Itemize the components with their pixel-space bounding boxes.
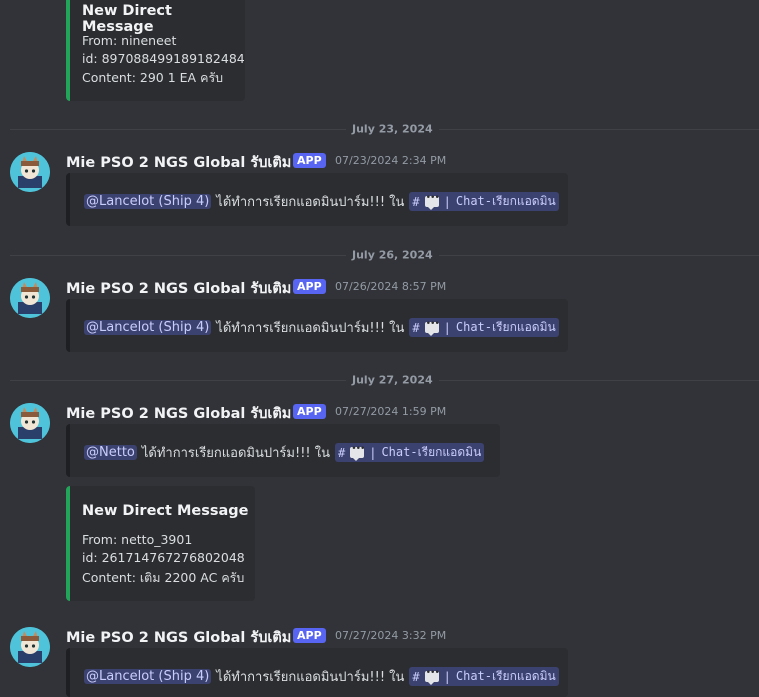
channel-separator: | (443, 194, 451, 209)
notice-text: ได้ทำการเรียกแอดมินปาร์ม!!! ใน (216, 195, 405, 210)
channel-name: Chat-เรียกแอดมิน (455, 194, 556, 208)
avatar[interactable] (10, 278, 50, 318)
author-name[interactable]: Mie PSO 2 NGS Global รับเติม AC (66, 151, 318, 174)
channel-name: Chat-เรียกแอดมิน (455, 320, 556, 334)
channel-name: Chat-เรียกแอดมิน (381, 445, 482, 459)
timestamp: 07/23/2024 2:34 PM (335, 154, 447, 167)
app-badge: APP (293, 404, 326, 419)
channel-separator: | (443, 669, 451, 684)
user-mention[interactable]: @Lancelot (Ship 4) (84, 320, 212, 335)
embed-content: Content: เติม 2200 AC ครับ (82, 570, 245, 585)
notice-line: @Lancelot (Ship 4) ได้ทำการเรียกแอดมินปา… (84, 317, 559, 338)
user-mention[interactable]: @Lancelot (Ship 4) (84, 194, 212, 209)
channel-mention[interactable]: # | Chat-เรียกแอดมิน (409, 192, 559, 211)
date-divider-label: July 23, 2024 (346, 122, 439, 136)
user-mention[interactable]: @Netto (84, 445, 137, 460)
app-badge: APP (293, 279, 326, 294)
notice-text: ได้ทำการเรียกแอดมินปาร์ม!!! ใน (216, 321, 405, 336)
date-divider-label: July 27, 2024 (346, 373, 439, 387)
embed-title: New Direct Message (82, 503, 249, 519)
embed-title: New Direct Message (82, 3, 172, 35)
direct-message-embed: New Direct Message From: netto_3901 id: … (66, 486, 255, 601)
notice-line: @Lancelot (Ship 4) ได้ทำการเรียกแอดมินปา… (84, 191, 559, 212)
hash-icon: # (412, 320, 420, 335)
hash-icon: # (412, 194, 420, 209)
channel-separator: | (443, 320, 451, 335)
app-badge: APP (293, 628, 326, 643)
timestamp: 07/26/2024 8:57 PM (335, 280, 447, 293)
channel-name: Chat-เรียกแอดมิน (455, 669, 556, 683)
embed-id: id: 897088499189182484 (82, 51, 245, 66)
avatar[interactable] (10, 152, 50, 192)
notice-line: @Lancelot (Ship 4) ได้ทำการเรียกแอดมินปา… (84, 666, 559, 687)
author-name[interactable]: Mie PSO 2 NGS Global รับเติม AC (66, 402, 318, 425)
avatar[interactable] (10, 403, 50, 443)
timestamp: 07/27/2024 3:32 PM (335, 629, 447, 642)
notice-embed: @Netto ได้ทำการเรียกแอดมินปาร์ม!!! ใน # … (66, 424, 500, 477)
direct-message-embed: New Direct Message From: nineneet id: 89… (66, 0, 245, 101)
embed-id: id: 261714767276802048 (82, 550, 245, 565)
timestamp: 07/27/2024 1:59 PM (335, 405, 447, 418)
hash-icon: # (337, 445, 346, 460)
notice-text: ได้ทำการเรียกแอดมินปาร์ม!!! ใน (216, 670, 405, 685)
app-badge: APP (293, 153, 326, 168)
notice-embed: @Lancelot (Ship 4) ได้ทำการเรียกแอดมินปา… (66, 648, 568, 697)
notice-embed: @Lancelot (Ship 4) ได้ทำการเรียกแอดมินปา… (66, 173, 568, 226)
embed-from: From: netto_3901 (82, 532, 193, 547)
channel-mention[interactable]: # | Chat-เรียกแอดมิน (409, 667, 559, 686)
notice-line: @Netto ได้ทำการเรียกแอดมินปาร์ม!!! ใน # … (84, 442, 485, 463)
chat-bubble-icon (424, 319, 439, 336)
embed-content: Content: 290 1 EA ครับ (82, 70, 224, 85)
author-name[interactable]: Mie PSO 2 NGS Global รับเติม AC (66, 626, 318, 649)
notice-text: ได้ทำการเรียกแอดมินปาร์ม!!! ใน (141, 446, 330, 461)
channel-separator: | (369, 445, 377, 460)
chat-bubble-icon (350, 444, 364, 461)
date-divider-label: July 26, 2024 (346, 248, 439, 262)
channel-mention[interactable]: # | Chat-เรียกแอดมิน (409, 318, 559, 337)
user-mention[interactable]: @Lancelot (Ship 4) (84, 669, 212, 684)
chat-bubble-icon (424, 193, 439, 210)
chat-bubble-icon (424, 668, 439, 685)
channel-mention[interactable]: # | Chat-เรียกแอดมิน (334, 443, 485, 462)
notice-embed: @Lancelot (Ship 4) ได้ทำการเรียกแอดมินปา… (66, 299, 568, 352)
embed-from: From: nineneet (82, 33, 177, 48)
avatar[interactable] (10, 627, 50, 667)
hash-icon: # (412, 669, 420, 684)
author-name[interactable]: Mie PSO 2 NGS Global รับเติม AC (66, 277, 318, 300)
